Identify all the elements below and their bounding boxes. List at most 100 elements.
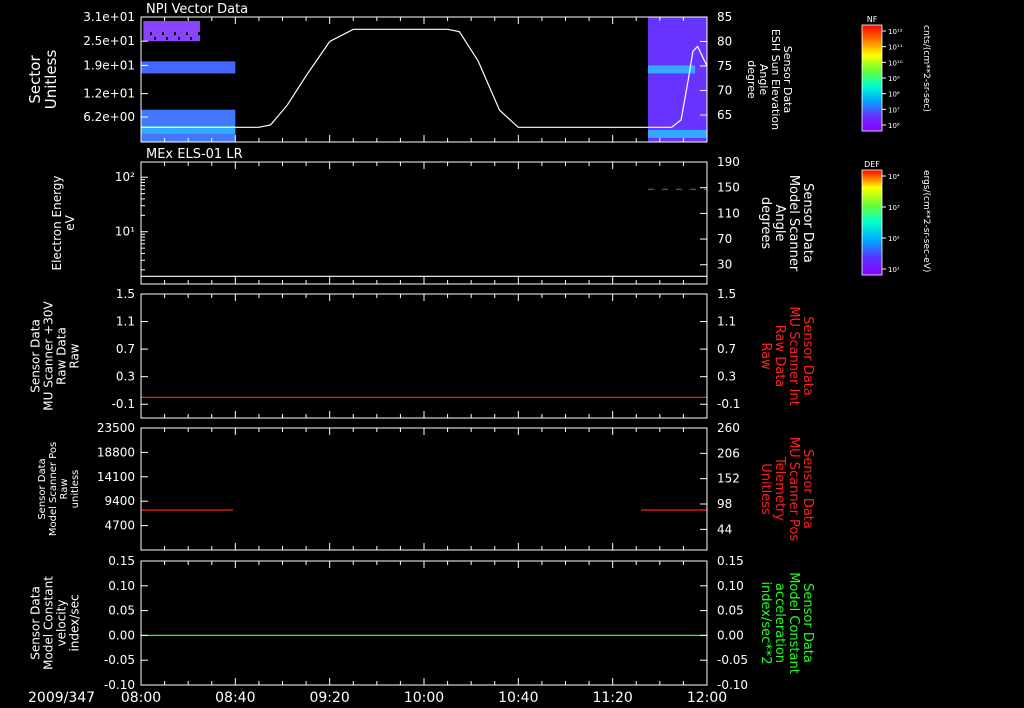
spectrogram-block [648, 65, 696, 74]
y-tick-label: 6.2e+00 [83, 110, 135, 124]
y-tick-label: 10¹ [115, 225, 135, 239]
y-axis-label: Sensor Data Model Constant velocity index/s… [29, 576, 82, 670]
colorbar-tick-label: 10¹⁰ [888, 59, 903, 67]
spectrogram-block [648, 129, 707, 138]
y-axis-label: Sensor Data Model Scanner Pos Raw unitless [37, 442, 81, 536]
y-tick-label: 0.7 [116, 342, 135, 356]
colorbar-tick-label: 10¹² [888, 28, 903, 36]
y2-axis-label: Sensor DataMU Scanner PosTelemetryUnitle… [758, 437, 815, 542]
y2-tick-label: 260 [717, 421, 740, 435]
colorbar-tag: DEF [864, 160, 880, 169]
colorbar-tick-label: 10⁴ [888, 173, 900, 181]
panel-3: 1.5 1.1 0.7 0.3 -0.1 1.5 1.1 0.7 0.3 -0.1 Sensor D… [29, 287, 815, 419]
panel-4: 23500 18800 14100 9400 4700 260 206 152 98 44 Sens… [37, 421, 815, 551]
plot-frame [140, 560, 708, 686]
y-axis-label-line: Raw [68, 343, 82, 368]
plot-frame [140, 427, 708, 551]
y2-tick-label: 85 [717, 10, 732, 24]
spectrogram-gap [202, 37, 204, 40]
y2-tick-label: 0.00 [717, 628, 744, 642]
y2-tick-label: 110 [717, 206, 740, 220]
colorbar-strip [861, 169, 883, 276]
y2-axis-label-line: Model Scanner [786, 175, 801, 272]
y2-tick-label: 1.1 [717, 315, 736, 329]
x-tick-label: 12:00 [687, 690, 727, 706]
y2-tick-label: 206 [717, 446, 740, 460]
y-axis-label-line: velocity [55, 600, 69, 647]
spectrogram-gap [170, 42, 172, 45]
y-tick-label: 0.05 [108, 604, 135, 618]
y-axis-label-line: Unitless [42, 50, 60, 110]
panel-1: NPI Vector Data 3.1e+01 2.5e+01 1.9e+01 1.2e… [26, 2, 794, 143]
y-axis-label-line: Raw [59, 478, 70, 499]
y-tick-label: 0.10 [108, 579, 135, 593]
y2-axis-label-line: Sensor Data [800, 583, 815, 663]
y-tick-label: 1.5 [116, 287, 135, 301]
y2-tick-label: 70 [717, 84, 732, 98]
y-axis-label-line: eV [63, 214, 77, 230]
panel-title: MEx ELS-01 LR [146, 147, 243, 162]
spectrogram-gap [206, 42, 208, 45]
multi-panel-chart: NPI Vector Data 3.1e+01 2.5e+01 1.9e+01 1.2e… [26, 2, 931, 706]
y2-tick-label: 75 [717, 59, 732, 73]
colorbar-2: DEF 10⁴ 10³ 10² 10¹ ergs/(cm**2-sr-sec-eV) [861, 160, 931, 276]
spectrogram-gap [198, 32, 200, 35]
x-tick-label: 08:40 [215, 690, 255, 706]
y2-tick-label: 0.05 [717, 604, 744, 618]
x-tick-label: 10:40 [498, 690, 538, 706]
y2-tick-label: -0.05 [717, 653, 748, 667]
y2-axis-label: Sensor DataModel ScannerAngledegrees [758, 175, 815, 272]
y-axis-label: SectorUnitless [26, 50, 60, 110]
y2-axis-label: Sensor DataESH Sun ElevationAngledegree [745, 29, 794, 130]
spectrogram-gap [194, 42, 196, 45]
y2-tick-label: 98 [717, 497, 732, 511]
colorbar-unit-label: ergs/(cm**2-sr-sec-eV) [921, 170, 931, 272]
y2-tick-label: 0.15 [717, 554, 744, 568]
y-axis-label-line: Electron Energy [50, 175, 64, 270]
colorbar-tick-label: 10⁷ [888, 106, 900, 114]
colorbar-unit-label: cnts/(cm**2-sr-sec) [921, 25, 931, 112]
y2-tick-label: 1.5 [717, 287, 736, 301]
y-axis-label-line: Model Scanner Pos [48, 442, 59, 536]
x-tick-label: 10:00 [404, 690, 444, 706]
y-axis-label-line: Sensor Data [29, 319, 43, 393]
y-axis-label-line: index/sec [68, 594, 82, 651]
panel-5: 0.150.100.050.00-0.05-0.100.150.100.050.… [29, 554, 815, 692]
colorbar-strip [861, 24, 883, 132]
y2-tick-label: -0.1 [717, 397, 740, 411]
y2-tick-label: 0.7 [717, 342, 736, 356]
y-axis-label: Sensor Data MU Scanner +30V Raw Data Raw [29, 301, 82, 411]
y-axis-label-line: Raw Data [55, 327, 69, 385]
y2-axis-label-line: Sensor Data [800, 183, 815, 263]
y-tick-label: 1.1 [116, 315, 135, 329]
spectrogram-gap [158, 42, 160, 45]
y-tick-label: 14100 [97, 470, 135, 484]
y2-axis-label-line: index/sec**2 [758, 581, 773, 664]
y2-axis-label-line: Model Constant [786, 572, 801, 674]
y-axis-label-line: MU Scanner +30V [42, 301, 56, 411]
y2-tick-label: 150 [717, 181, 740, 195]
y-tick-label: 10² [115, 170, 135, 184]
x-tick-label: 08:00 [121, 690, 161, 706]
y-axis-label-line: unitless [70, 470, 81, 509]
spectrogram-block [141, 61, 236, 74]
y2-axis-label-line: MU Scanner Pos [786, 437, 801, 542]
y-tick-label: 0.3 [116, 370, 135, 384]
y2-axis-label-line: MU Scanner Int [786, 306, 801, 405]
colorbar-tick-label: 10⁶ [888, 122, 900, 130]
y2-tick-label: 44 [717, 522, 732, 536]
colorbar-tick-label: 10³ [888, 204, 900, 212]
spectrogram-gap [178, 37, 180, 40]
y2-tick-label: 30 [717, 258, 732, 272]
y-axis-label-line: Sensor Data [37, 458, 48, 519]
y2-axis-label: Sensor DataMU Scanner IntRaw DataRaw [758, 306, 815, 405]
colorbar-unit: ergs/(cm**2-sr-sec-eV) [921, 170, 931, 272]
y2-axis-label-line: degrees [758, 197, 773, 250]
colorbar-tag: NF [867, 15, 878, 24]
y-tick-label: 2.5e+01 [83, 34, 135, 48]
colorbar-1: NF 10¹² 10¹¹ 10¹⁰ 10⁹ 10⁸ 10⁷ 10⁶ cnts/(cm**2-sr… [861, 15, 931, 132]
x-tick-label: 09:20 [309, 690, 349, 706]
colorbar-tick-label: 10¹ [888, 266, 900, 274]
spectrogram-gap [186, 32, 188, 35]
y-axis-label-line: Model Constant [42, 576, 56, 670]
